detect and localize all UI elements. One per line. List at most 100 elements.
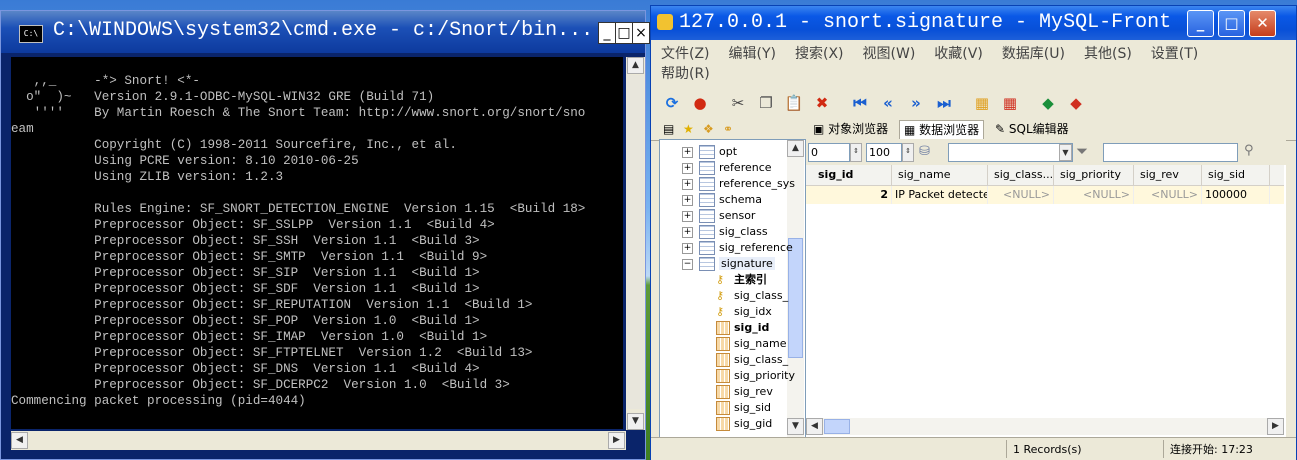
tree-item-table[interactable]: + schema [682, 192, 762, 208]
last-icon[interactable]: ⏭ [933, 92, 955, 114]
insert-record-icon[interactable]: ▦ [971, 92, 993, 114]
tree-scroll-down-icon[interactable]: ▼ [787, 418, 804, 435]
tree-item-column[interactable]: sig_priority [716, 368, 795, 384]
menu-item[interactable]: 收藏(V) [934, 46, 983, 62]
scroll-left-arrow-icon[interactable]: ◀ [11, 432, 28, 449]
tree-item-column[interactable]: sig_name [716, 336, 786, 352]
offset-spin-icon[interactable]: ⇕ [850, 143, 862, 162]
tree-item-table[interactable]: + opt [682, 144, 737, 160]
column-header[interactable]: sig_id [806, 165, 892, 185]
grid-scroll-left-icon[interactable]: ◀ [806, 418, 823, 435]
expander-icon[interactable]: + [682, 146, 693, 158]
mysql-titlebar[interactable]: 127.0.0.1 - snort.signature - MySQL-Fron… [651, 6, 1296, 40]
table-cell[interactable]: <NULL> [1054, 186, 1134, 204]
delete-icon[interactable]: ✖ [811, 92, 833, 114]
tree-scroll-up-icon[interactable]: ▲ [787, 140, 804, 157]
tab-data-browser[interactable]: ▦ 数据浏览器 [899, 120, 985, 140]
tree-item-table[interactable]: + reference_sys [682, 176, 795, 192]
tree-view-icon[interactable]: ▤ [659, 120, 678, 139]
expander-icon[interactable]: + [682, 242, 693, 254]
offset-input[interactable]: 0 [808, 143, 850, 162]
post-icon[interactable]: ◆ [1037, 92, 1059, 114]
tree-item-index[interactable]: ⚷ sig_idx [716, 304, 772, 320]
tree-item-column[interactable]: sig_class_ [716, 352, 788, 368]
console-output[interactable]: ,,_ -*> Snort! <*- o" )~ Version 2.9.1-O… [11, 57, 623, 429]
cmd-horizontal-scrollbar[interactable]: ◀ ▶ [11, 431, 626, 450]
expander-icon[interactable]: + [682, 178, 693, 190]
tree-item-table[interactable]: + sig_class [682, 224, 768, 240]
tree-item-table[interactable]: − signature [682, 256, 775, 272]
mysql-maximize-button[interactable]: □ [1218, 10, 1245, 37]
expander-icon[interactable]: − [682, 258, 693, 270]
tree-item-table[interactable]: + sensor [682, 208, 755, 224]
tree-item-index[interactable]: ⚷ 主索引 [716, 272, 767, 288]
expander-icon[interactable]: + [682, 162, 693, 174]
prev-icon[interactable]: « [877, 92, 899, 114]
grid-horizontal-scrollbar[interactable]: ◀ ▶ [806, 418, 1284, 435]
tree-item-column[interactable]: sig_gid [716, 416, 772, 432]
column-header[interactable]: sig_rev [1134, 165, 1202, 185]
cmd-titlebar[interactable]: C:\ C:\WINDOWS\system32\cmd.exe - c:/Sno… [1, 11, 650, 53]
stop-icon[interactable]: ● [689, 92, 711, 114]
tab-object-browser[interactable]: ▣ 对象浏览器 [809, 120, 892, 139]
menu-item[interactable]: 帮助(R) [661, 66, 710, 82]
cancel-icon[interactable]: ◆ [1065, 92, 1087, 114]
filter-funnel-icon[interactable]: ⏷ [1076, 142, 1088, 160]
next-icon[interactable]: » [905, 92, 927, 114]
cut-icon[interactable]: ✂ [727, 92, 749, 114]
first-icon[interactable]: ⏮ [849, 92, 871, 114]
menu-item[interactable]: 其他(S) [1084, 46, 1132, 62]
limit-spin-icon[interactable]: ⇕ [902, 143, 914, 162]
limit-apply-icon[interactable]: ⛁ [919, 144, 930, 159]
table-row[interactable]: 2 IP Packet detected <NULL> <NULL> <NULL> 100… [806, 186, 1284, 204]
scroll-track[interactable] [627, 75, 644, 409]
limit-input[interactable]: 100 [866, 143, 902, 162]
copy-icon[interactable]: ❐ [755, 92, 777, 114]
cmd-minimize-button[interactable]: _ [598, 22, 616, 44]
field-filter-select[interactable] [948, 143, 1073, 162]
mysql-close-button[interactable]: ✕ [1249, 10, 1276, 37]
table-cell[interactable]: IP Packet detected [892, 186, 988, 204]
column-header[interactable]: sig_class... [988, 165, 1054, 185]
tree-item-table[interactable]: + sig_reference [682, 240, 793, 256]
chevron-down-icon[interactable]: ▼ [1059, 144, 1072, 161]
menu-item[interactable]: 文件(Z) [661, 46, 710, 62]
expander-icon[interactable]: + [682, 194, 693, 206]
table-cell[interactable]: <NULL> [1134, 186, 1202, 204]
grid-scroll-right-icon[interactable]: ▶ [1267, 418, 1284, 435]
tree-item-column[interactable]: sig_rev [716, 384, 773, 400]
menu-item[interactable]: 设置(T) [1151, 46, 1198, 62]
column-header[interactable]: sig_priority [1054, 165, 1134, 185]
tab-sql-editor[interactable]: ✎ SQL编辑器 [991, 120, 1073, 139]
paste-icon[interactable]: 📋 [783, 92, 805, 114]
cmd-close-button[interactable]: × [632, 22, 650, 44]
table-cell[interactable]: 2 [806, 186, 892, 204]
grid-scroll-thumb[interactable] [824, 419, 850, 434]
column-header[interactable]: sig_name [892, 165, 988, 185]
scroll-up-arrow-icon[interactable]: ▲ [627, 57, 644, 74]
database-tree[interactable]: ▲ ▼ + opt + reference + reference_sys + schema +… [659, 139, 806, 439]
scroll-down-arrow-icon[interactable]: ▼ [627, 413, 644, 430]
scroll-right-arrow-icon[interactable]: ▶ [608, 432, 625, 449]
menu-item[interactable]: 编辑(Y) [729, 46, 776, 62]
table-cell[interactable]: <NULL> [988, 186, 1054, 204]
refresh-icon[interactable]: ⟳ [661, 92, 683, 114]
mysql-minimize-button[interactable]: _ [1187, 10, 1214, 37]
favorites-star-icon[interactable]: ★ [679, 120, 698, 139]
tree-item-column[interactable]: sig_id [716, 320, 769, 336]
delete-record-icon[interactable]: ▦ [999, 92, 1021, 114]
expander-icon[interactable]: + [682, 226, 693, 238]
tree-item-column[interactable]: sig_sid [716, 400, 771, 416]
column-header[interactable]: sig_sid [1202, 165, 1270, 185]
cmd-vertical-scrollbar[interactable]: ▲ ▼ [626, 57, 645, 430]
tree-item-index[interactable]: ⚷ sig_class_ [716, 288, 788, 304]
menu-item[interactable]: 视图(W) [863, 46, 916, 62]
history-icon[interactable]: ⚭ [719, 120, 737, 139]
folder-icon[interactable]: ❖ [699, 120, 718, 139]
menu-item[interactable]: 数据库(U) [1002, 46, 1065, 62]
menu-item[interactable]: 搜索(X) [795, 46, 844, 62]
expander-icon[interactable]: + [682, 210, 693, 222]
tree-scroll-thumb[interactable] [788, 238, 803, 358]
quick-search-input[interactable] [1103, 143, 1238, 162]
tree-item-table[interactable]: + reference [682, 160, 772, 176]
